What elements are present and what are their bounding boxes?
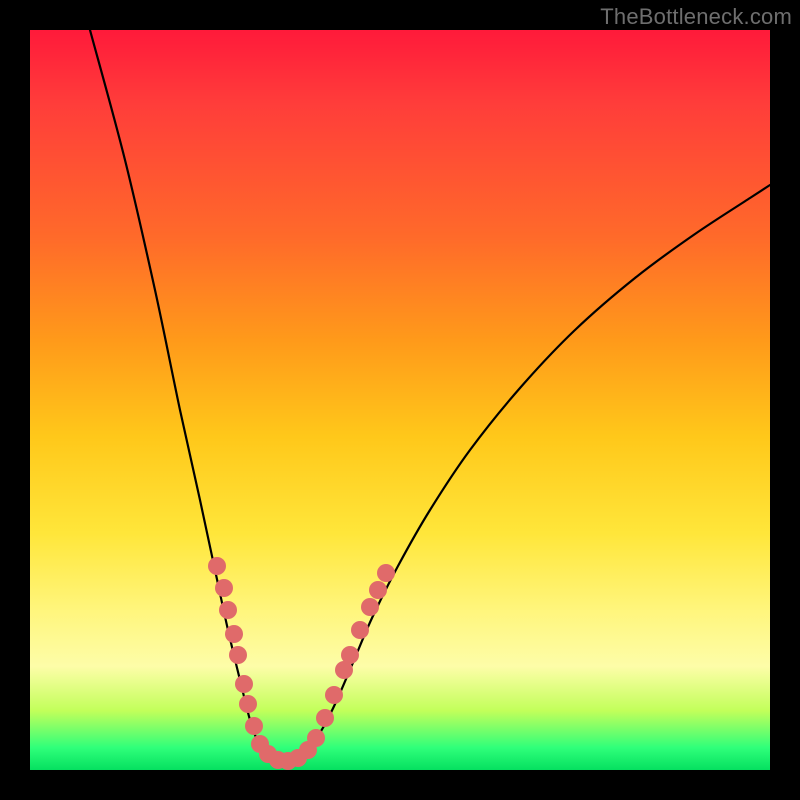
- curve-dot: [325, 686, 343, 704]
- curve-dot: [219, 601, 237, 619]
- watermark-text: TheBottleneck.com: [600, 4, 792, 30]
- curve-dot: [239, 695, 257, 713]
- plot-area: [30, 30, 770, 770]
- curve-dot: [316, 709, 334, 727]
- curve-dot: [369, 581, 387, 599]
- curve-dot: [229, 646, 247, 664]
- curve-dots: [208, 557, 395, 770]
- curve-dot: [208, 557, 226, 575]
- curve-dot: [245, 717, 263, 735]
- curve-dot: [341, 646, 359, 664]
- curve-dot: [225, 625, 243, 643]
- curve-dot: [377, 564, 395, 582]
- curve-dot: [307, 729, 325, 747]
- curve-dot: [361, 598, 379, 616]
- chart-stage: TheBottleneck.com: [0, 0, 800, 800]
- curve-dot: [351, 621, 369, 639]
- curve-svg: [30, 30, 770, 770]
- curve-dot: [215, 579, 233, 597]
- curve-dot: [235, 675, 253, 693]
- bottleneck-curve: [90, 30, 770, 762]
